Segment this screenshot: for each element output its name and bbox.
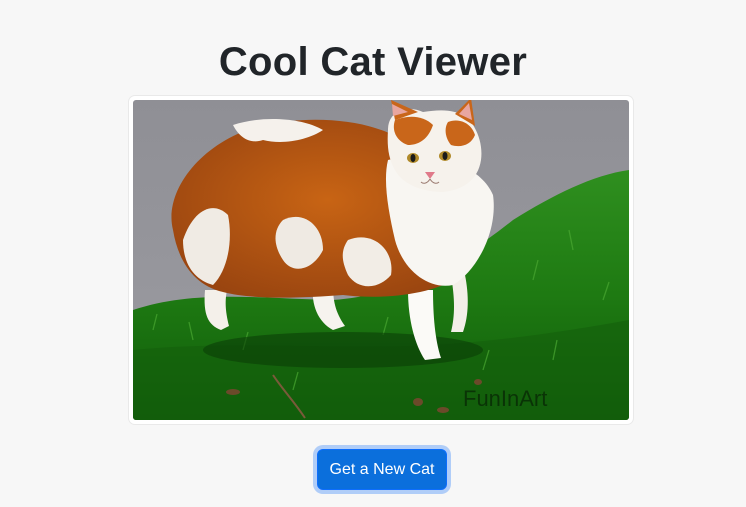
watermark-text: FunInArt <box>463 386 547 411</box>
page-title: Cool Cat Viewer <box>218 40 528 84</box>
page: Cool Cat Viewer FunInArt Get a New Cat <box>0 0 746 507</box>
cat-image: FunInArt <box>133 100 629 420</box>
cat-image-frame: FunInArt <box>129 96 633 424</box>
get-new-cat-button[interactable]: Get a New Cat <box>317 449 447 490</box>
